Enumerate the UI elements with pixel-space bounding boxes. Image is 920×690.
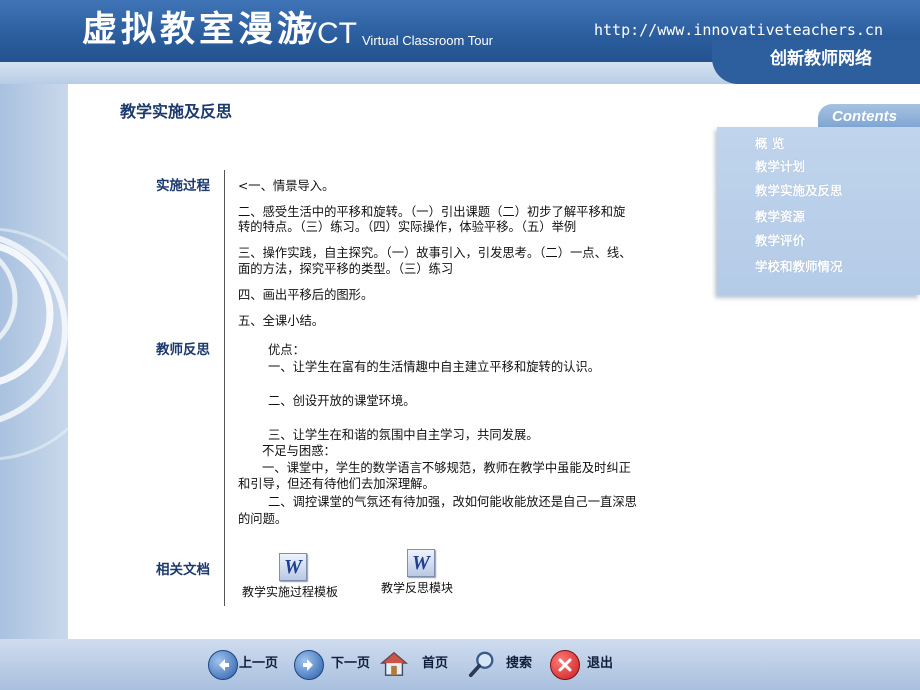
footer-bar <box>0 639 920 690</box>
site-title: 虚拟教室漫游 <box>82 9 317 50</box>
site-abbr: VCT <box>297 17 357 50</box>
prev-page-label: 上一页 <box>239 656 279 671</box>
next-page-label: 下一页 <box>331 656 371 671</box>
search-label: 搜索 <box>506 656 533 671</box>
sidebar-item-resources[interactable]: 教学资源 <box>755 209 805 225</box>
reflection-line: 和引导，但还有待他们去加深理解。 <box>238 477 435 491</box>
site-network-name: 创新教师网络 <box>770 49 872 69</box>
reflection-line: 不足与困惑： <box>262 444 336 458</box>
home-label: 首页 <box>422 656 449 671</box>
section-label-documents: 相关文档 <box>156 562 210 578</box>
arrow-right-icon <box>294 650 324 680</box>
process-line: <一、情景导入。 <box>238 179 335 193</box>
exit-label: 退出 <box>587 656 614 671</box>
prev-page-button[interactable]: 上一页 <box>208 650 284 680</box>
process-line: 五、全课小结。 <box>238 314 325 328</box>
site-subtitle: Virtual Classroom Tour <box>362 33 494 48</box>
reflection-line: 三、让学生在和谐的氛围中自主学习，共同发展。 <box>268 428 539 442</box>
sidebar-nav: 概 览 教学计划 教学实施及反思 教学资源 教学评价 学校和教师情况 <box>717 127 920 295</box>
process-line: 四、画出平移后的图形。 <box>238 288 374 302</box>
page-title: 教学实施及反思 <box>120 102 233 121</box>
reflection-line: 一、让学生在富有的生活情趣中自主建立平移和旋转的认识。 <box>268 360 601 374</box>
reflection-line: 二、调控课堂的气氛还有待加强，改如何能收能放还是自己一直深思 <box>268 495 637 509</box>
magnifier-icon <box>468 650 496 678</box>
reflection-line: 优点： <box>268 343 305 357</box>
section-divider-line <box>224 170 225 606</box>
section-label-process: 实施过程 <box>156 178 210 194</box>
left-decorative-band <box>0 84 68 644</box>
process-line: 面的方法，探究平移的类型。（三）练习 <box>238 262 454 276</box>
sidebar-item-teaching-plan[interactable]: 教学计划 <box>755 159 805 175</box>
ring-decoration <box>0 227 68 461</box>
process-line: 二、感受生活中的平移和旋转。（一）引出课题（二）初步了解平移和旋 <box>238 205 626 219</box>
document-link-reflection[interactable]: 教学反思模块 <box>381 580 453 596</box>
reflection-line: 二、创设开放的课堂环境。 <box>268 394 416 408</box>
next-page-button[interactable]: 下一页 <box>294 650 374 680</box>
site-url[interactable]: http://www.innovativeteachers.cn <box>594 20 883 40</box>
process-line: 三、操作实践，自主探究。（一）故事引入，引发思考。（二）一点、线、 <box>238 246 632 260</box>
document-link-implementation[interactable]: 教学实施过程模板 <box>242 584 338 600</box>
section-label-reflection: 教师反思 <box>156 342 210 358</box>
search-button[interactable]: 搜索 <box>468 650 540 680</box>
word-document-icon[interactable]: W <box>279 553 307 581</box>
process-line: 转的特点。（三）练习。（四）实际操作，体验平移。（五）举例 <box>238 220 577 234</box>
home-icon <box>380 650 408 678</box>
close-icon <box>550 650 580 680</box>
reflection-line: 一、课堂中，学生的数学语言不够规范，教师在教学中虽能及时纠正 <box>262 461 631 475</box>
exit-button[interactable]: 退出 <box>550 650 620 680</box>
sidebar-item-overview[interactable]: 概 览 <box>755 136 784 152</box>
word-document-icon[interactable]: W <box>407 549 435 577</box>
sidebar-item-school-teacher[interactable]: 学校和教师情况 <box>755 259 843 275</box>
home-button[interactable]: 首页 <box>380 650 452 680</box>
reflection-line: 的问题。 <box>238 512 288 526</box>
sidebar-item-implementation[interactable]: 教学实施及反思 <box>755 183 843 199</box>
arrow-left-icon <box>208 650 238 680</box>
sidebar-item-evaluation[interactable]: 教学评价 <box>755 233 805 249</box>
contents-heading: Contents <box>832 108 897 125</box>
